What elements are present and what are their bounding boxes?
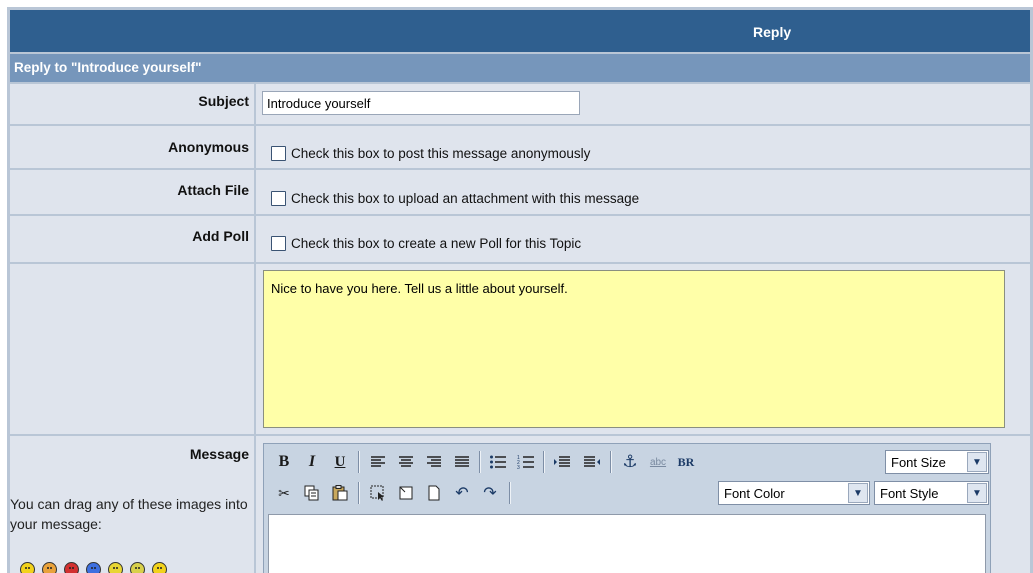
font-style-label: Font Style: [880, 486, 939, 501]
paste-icon[interactable]: [328, 481, 352, 505]
justify-icon[interactable]: [450, 450, 474, 474]
subject-input[interactable]: [262, 91, 580, 115]
anonymous-text: Check this box to post this message anon…: [291, 146, 591, 161]
smiley-happy-icon[interactable]: [20, 562, 35, 573]
toolbar-row-2: ✂ ↶ ↷ Font Color ▼ Font Style ▼: [266, 478, 989, 508]
preview-label-cell: [10, 264, 254, 434]
italic-icon[interactable]: I: [300, 450, 324, 474]
message-label: Message: [189, 446, 249, 462]
reply-header: Reply: [10, 10, 1030, 52]
numbered-list-icon[interactable]: 123: [514, 450, 538, 474]
smiley-sad-icon[interactable]: [42, 562, 57, 573]
reply-subtitle-bar: Reply to "Introduce yourself": [10, 54, 1030, 82]
line-break-icon[interactable]: BR: [674, 450, 698, 474]
bullet-list-icon[interactable]: [486, 450, 510, 474]
align-right-icon[interactable]: [422, 450, 446, 474]
anchor-icon[interactable]: ⚓: [618, 450, 642, 474]
cut-icon[interactable]: ✂: [272, 481, 296, 505]
reply-subtitle: Reply to "Introduce yourself": [14, 60, 202, 75]
attach-checkbox[interactable]: [271, 191, 286, 206]
new-box-icon[interactable]: [394, 481, 418, 505]
attach-label: Attach File: [177, 182, 249, 198]
smiley-smile-icon[interactable]: [152, 562, 167, 573]
font-style-select[interactable]: Font Style ▼: [874, 481, 989, 505]
message-preview[interactable]: Nice to have you here. Tell us a little …: [263, 270, 1005, 428]
poll-checkbox[interactable]: [271, 236, 286, 251]
subject-label: Subject: [198, 93, 249, 109]
redo-icon[interactable]: ↷: [478, 481, 502, 505]
svg-text:3: 3: [517, 465, 520, 470]
bold-icon[interactable]: B: [272, 450, 296, 474]
toolbar-row-1: B I U 123 ⚓ abc BR Font Size ▼: [266, 447, 989, 477]
copy-icon[interactable]: [300, 481, 324, 505]
drag-images-note: You can drag any of these images into yo…: [10, 496, 248, 532]
toolbar-separator: [509, 482, 511, 504]
toolbar-separator: [543, 451, 545, 473]
chevron-down-icon[interactable]: ▼: [967, 483, 987, 503]
font-size-label: Font Size: [891, 455, 946, 470]
toolbar-separator: [610, 451, 612, 473]
smiley-cool-icon[interactable]: [86, 562, 101, 573]
reply-form: Reply Reply to "Introduce yourself" Subj…: [7, 7, 1033, 573]
spellcheck-icon[interactable]: abc: [646, 450, 670, 474]
chevron-down-icon[interactable]: ▼: [848, 483, 868, 503]
message-editor-area[interactable]: [268, 514, 986, 573]
reply-title: Reply: [753, 24, 792, 40]
attach-text: Check this box to upload an attachment w…: [291, 191, 640, 206]
outdent-icon[interactable]: [580, 450, 604, 474]
smiley-angry-icon[interactable]: [64, 562, 79, 573]
chevron-down-icon[interactable]: ▼: [967, 452, 987, 472]
new-document-icon[interactable]: [422, 481, 446, 505]
select-all-icon[interactable]: [366, 481, 390, 505]
underline-icon[interactable]: U: [328, 450, 352, 474]
indent-icon[interactable]: [550, 450, 574, 474]
toolbar-separator: [479, 451, 481, 473]
smiley-grin-icon[interactable]: [130, 562, 145, 573]
anonymous-label: Anonymous: [168, 139, 249, 155]
font-size-select[interactable]: Font Size ▼: [885, 450, 989, 474]
font-color-label: Font Color: [724, 486, 785, 501]
poll-text: Check this box to create a new Poll for …: [291, 236, 582, 251]
toolbar-separator: [358, 482, 360, 504]
poll-label: Add Poll: [192, 228, 249, 244]
anonymous-checkbox[interactable]: [271, 146, 286, 161]
undo-icon[interactable]: ↶: [450, 481, 474, 505]
font-color-select[interactable]: Font Color ▼: [718, 481, 870, 505]
align-center-icon[interactable]: [394, 450, 418, 474]
rich-text-editor: B I U 123 ⚓ abc BR Font Size ▼ ✂ ↶ ↷ Fon…: [263, 443, 991, 573]
align-left-icon[interactable]: [366, 450, 390, 474]
smiley-wink-icon[interactable]: [108, 562, 123, 573]
toolbar-separator: [358, 451, 360, 473]
